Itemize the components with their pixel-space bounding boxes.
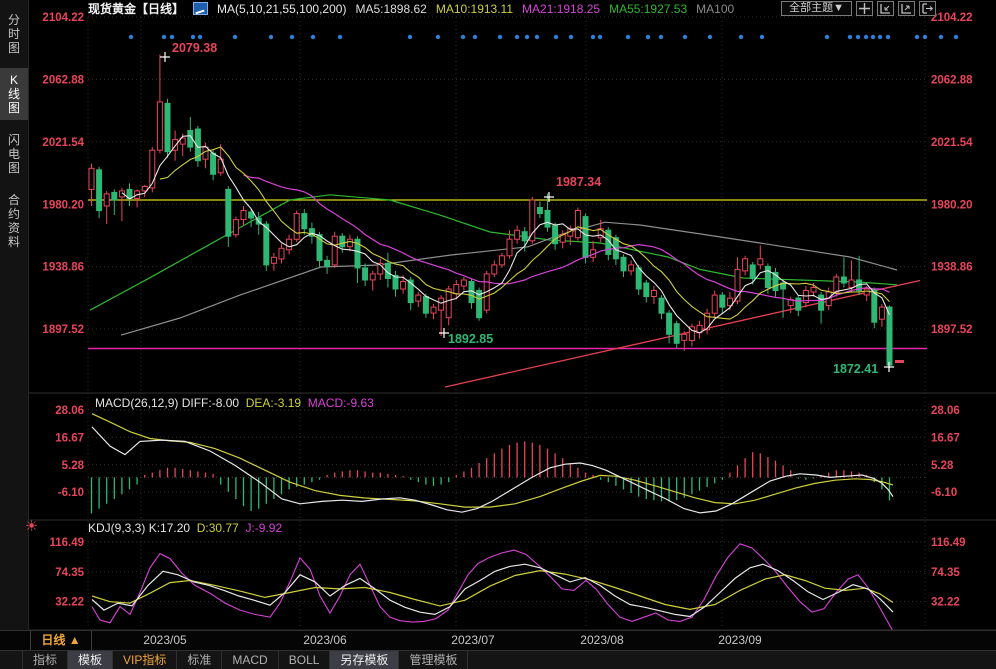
svg-text:1892.85: 1892.85 [448, 332, 493, 346]
top-toolbar: 现货黄金【日线】 MA(5,10,21,55,100,200) MA5:1898… [88, 0, 996, 17]
svg-text:16.67: 16.67 [55, 432, 84, 444]
svg-text:2079.38: 2079.38 [172, 41, 217, 55]
svg-text:32.22: 32.22 [931, 597, 960, 609]
tab-bar-lead-cell [0, 651, 23, 669]
svg-text:74.35: 74.35 [931, 567, 960, 579]
shift-right-icon[interactable] [919, 1, 936, 16]
date-label-3: 2023/08 [580, 631, 623, 650]
svg-text:1980.20: 1980.20 [931, 199, 973, 211]
theme-dropdown-button[interactable]: 全部主题▼ [781, 1, 852, 16]
svg-text:32.22: 32.22 [55, 597, 84, 609]
sidebar-item-1[interactable]: K线图 [0, 68, 28, 120]
svg-text:116.49: 116.49 [931, 537, 966, 549]
date-label-4: 2023/09 [718, 631, 761, 650]
macd-macd-value: MACD:-9.63 [308, 396, 374, 410]
chart-canvas[interactable]: 2104.222104.222062.882062.882021.542021.… [0, 0, 996, 669]
svg-text:28.06: 28.06 [55, 405, 84, 417]
svg-text:2104.22: 2104.22 [42, 12, 84, 24]
sidebar-item-2[interactable]: 闪电图 [0, 128, 28, 180]
svg-text:5.28: 5.28 [62, 460, 85, 472]
sidebar-item-0[interactable]: 分时图 [0, 8, 28, 60]
macd-dea-value: DEA:-3.19 [246, 396, 301, 410]
svg-text:16.67: 16.67 [931, 432, 960, 444]
chart-type-icon [193, 2, 208, 15]
svg-text:1980.20: 1980.20 [42, 199, 84, 211]
macd-header: MACD(26,12,9) DIFF:-8.00 DEA:-3.19 MACD:… [95, 396, 374, 410]
toolbar-right-group: 全部主题▼ [781, 1, 936, 16]
svg-text:1897.52: 1897.52 [931, 324, 973, 336]
tab-6[interactable]: 另存模板 [330, 651, 399, 669]
svg-text:-6.10: -6.10 [58, 487, 84, 499]
svg-text:2021.54: 2021.54 [42, 137, 84, 149]
kdj-j-value: J:-9.92 [245, 521, 282, 535]
ma55-value: MA55:1927.53 [609, 2, 687, 16]
svg-text:1872.41: 1872.41 [833, 362, 878, 376]
sidebar-item-3[interactable]: 合约资料 [0, 188, 28, 254]
period-selector[interactable]: 日线 ▲ [30, 631, 92, 650]
tab-1[interactable]: 模板 [68, 651, 113, 669]
tab-3[interactable]: 标准 [177, 651, 222, 669]
compress-axis-icon[interactable] [877, 1, 894, 16]
ma21-value: MA21:1918.25 [522, 2, 600, 16]
svg-text:28.06: 28.06 [931, 405, 960, 417]
tab-4[interactable]: MACD [222, 651, 278, 669]
svg-text:1987.34: 1987.34 [556, 175, 601, 189]
kdj-k-value: K:17.20 [149, 521, 190, 535]
kdj-title: KDJ(9,3,3) [88, 521, 145, 535]
left-sidebar: 分时图 K线图闪电图合约资料 [0, 0, 29, 650]
ma10-value: MA10:1913.11 [436, 2, 513, 16]
svg-text:-6.10: -6.10 [931, 487, 957, 499]
svg-text:2062.88: 2062.88 [42, 75, 84, 87]
ma5-value: MA5:1898.62 [355, 2, 426, 16]
expand-axis-icon[interactable] [898, 1, 915, 16]
date-label-2: 2023/07 [451, 631, 494, 650]
svg-text:1938.86: 1938.86 [931, 262, 973, 274]
svg-text:116.49: 116.49 [49, 537, 84, 549]
svg-text:1938.86: 1938.86 [42, 262, 84, 274]
tab-5[interactable]: BOLL [279, 651, 331, 669]
instrument-title: 现货黄金【日线】 [88, 0, 184, 17]
date-label-0: 2023/05 [143, 631, 186, 650]
date-label-1: 2023/06 [303, 631, 346, 650]
kdj-d-value: D:30.77 [197, 521, 239, 535]
tab-2[interactable]: VIP指标 [113, 651, 177, 669]
tab-7[interactable]: 管理模板 [399, 651, 468, 669]
macd-diff-value: DIFF:-8.00 [182, 396, 239, 410]
svg-text:1897.52: 1897.52 [42, 324, 84, 336]
svg-text:74.35: 74.35 [55, 567, 84, 579]
x-axis-row: 日线 ▲ 2023/05 2023/06 2023/07 2023/08 2023/09 [0, 630, 996, 651]
ma100-label: MA100 [696, 2, 734, 16]
svg-text:2021.54: 2021.54 [931, 137, 973, 149]
svg-text:2062.88: 2062.88 [931, 75, 973, 87]
bottom-tab-bar: 指标模板VIP指标标准MACDBOLL另存模板管理模板 [0, 650, 996, 669]
svg-text:5.28: 5.28 [931, 460, 954, 472]
ma-group-label: MA(5,10,21,55,100,200) [217, 2, 346, 16]
kdj-header: KDJ(9,3,3) K:17.20 D:30.77 J:-9.92 [88, 521, 282, 535]
crosshair-icon[interactable] [856, 1, 873, 16]
macd-title: MACD(26,12,9) [95, 396, 178, 410]
indicator-settings-icon[interactable]: ☀ [23, 518, 40, 535]
tab-0[interactable]: 指标 [23, 651, 68, 669]
trading-app-window: 2104.222104.222062.882062.882021.542021.… [0, 0, 996, 669]
